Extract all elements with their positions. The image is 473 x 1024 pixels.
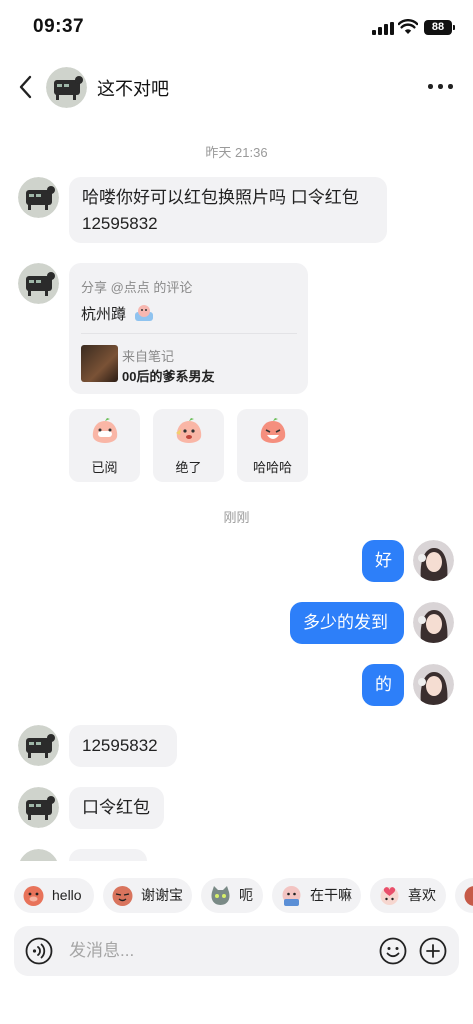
avatar[interactable] bbox=[413, 602, 454, 643]
share-comment-text: 杭州蹲 bbox=[81, 303, 154, 324]
quick-reply-chip[interactable]: hello bbox=[14, 878, 94, 913]
emoji-icon[interactable] bbox=[379, 937, 407, 965]
divider bbox=[81, 333, 297, 334]
chevron-left-icon[interactable] bbox=[14, 72, 38, 102]
more-dots-icon[interactable] bbox=[426, 75, 456, 97]
battery-icon: 88 bbox=[424, 20, 455, 35]
sticker-icon bbox=[112, 886, 133, 906]
quick-reply-chip[interactable]: 喜欢 bbox=[370, 878, 446, 913]
note-source-label: 来自笔记 bbox=[122, 349, 175, 364]
note-thumbnail bbox=[81, 345, 118, 382]
message-bubble-incoming[interactable] bbox=[69, 849, 147, 861]
message-bubble-outgoing[interactable]: 好 bbox=[362, 540, 404, 582]
quick-reply-chip[interactable]: 在干嘛 bbox=[272, 878, 361, 913]
status-bar: 09:37 88 bbox=[0, 0, 473, 56]
voice-icon[interactable] bbox=[25, 937, 53, 965]
chat-header: 这不对吧 bbox=[0, 60, 473, 116]
quick-reply-chip[interactable]: 谢谢宝 bbox=[103, 878, 192, 913]
message-bubble-incoming[interactable]: 哈喽你好可以红包换照片吗 口令红包 12595832 bbox=[69, 177, 387, 243]
reaction-card[interactable]: 绝了 bbox=[153, 409, 224, 482]
message-bubble-outgoing[interactable]: 的 bbox=[362, 664, 404, 706]
quick-reply-bar: hello 谢谢宝 呃 在干嘛 喜欢 bbox=[0, 876, 473, 916]
reaction-label: 绝了 bbox=[175, 460, 202, 475]
avatar[interactable] bbox=[18, 725, 59, 766]
message-bubble-incoming[interactable]: 口令红包 bbox=[69, 787, 164, 829]
status-time: 09:37 bbox=[33, 16, 85, 37]
sticker-icon bbox=[464, 886, 473, 906]
avatar[interactable] bbox=[413, 540, 454, 581]
message-input[interactable] bbox=[69, 926, 369, 976]
message-list[interactable]: 昨天 21:36 哈喽你好可以红包换照片吗 口令红包 12595832 分享 @… bbox=[0, 116, 473, 861]
share-source: 分享 @点点 的评论 bbox=[81, 280, 193, 295]
plus-icon[interactable] bbox=[419, 937, 447, 965]
signal-icon bbox=[372, 22, 394, 35]
timestamp: 昨天 21:36 bbox=[205, 145, 268, 160]
avatar[interactable] bbox=[413, 664, 454, 705]
shared-comment-card[interactable]: 分享 @点点 的评论 杭州蹲 来自笔记 00后的爹系男友 bbox=[69, 263, 308, 394]
sticker-icon bbox=[282, 886, 301, 906]
note-title: 00后的爹系男友 bbox=[122, 369, 215, 384]
avatar[interactable] bbox=[18, 177, 59, 218]
chat-title: 这不对吧 bbox=[97, 79, 169, 99]
avatar[interactable] bbox=[18, 263, 59, 304]
message-bubble-incoming[interactable]: 12595832 bbox=[69, 725, 177, 767]
wifi-icon bbox=[398, 19, 418, 34]
message-input-bar bbox=[14, 926, 459, 976]
peach-emoji-icon bbox=[92, 418, 118, 443]
avatar[interactable] bbox=[18, 787, 59, 828]
sticker-icon bbox=[135, 305, 154, 321]
reaction-label: 哈哈哈 bbox=[252, 460, 292, 475]
reaction-card[interactable]: 已阅 bbox=[69, 409, 140, 482]
peach-emoji-icon bbox=[260, 418, 286, 443]
avatar[interactable] bbox=[46, 67, 87, 108]
reaction-label: 已阅 bbox=[91, 460, 118, 475]
quick-reply-chip[interactable]: 呃 bbox=[201, 878, 263, 913]
timestamp: 刚刚 bbox=[223, 510, 250, 525]
avatar[interactable] bbox=[18, 849, 59, 861]
peach-emoji-icon bbox=[176, 418, 202, 443]
sticker-icon bbox=[380, 887, 399, 905]
sticker-icon bbox=[23, 886, 44, 906]
message-bubble-outgoing[interactable]: 多少的发到 bbox=[290, 602, 404, 644]
quick-reply-chip[interactable] bbox=[455, 878, 473, 913]
reaction-card[interactable]: 哈哈哈 bbox=[237, 409, 308, 482]
sticker-icon bbox=[211, 886, 230, 905]
